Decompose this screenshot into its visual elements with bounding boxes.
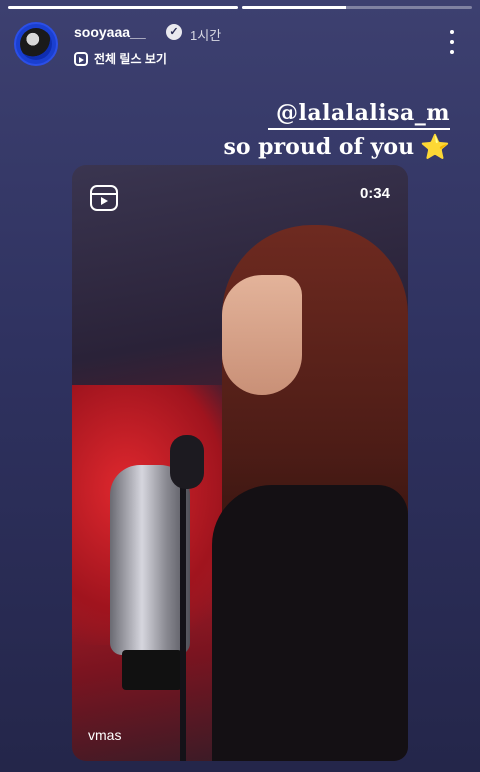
story-header: sooyaaa__ ✓ 1시간 전체 릴스 보기 [14, 20, 466, 68]
trophy-base [122, 650, 182, 690]
caption-text: so proud of you [223, 134, 415, 160]
shared-reel-card[interactable]: 0:34 vmas [72, 165, 408, 761]
person-face [222, 275, 302, 395]
avatar[interactable] [14, 22, 58, 66]
mention-sticker[interactable]: @lalalalisa_m [276, 100, 450, 126]
mention-underline [268, 128, 450, 130]
mic-stand [180, 455, 186, 761]
username[interactable]: sooyaaa__ [74, 24, 146, 40]
more-vertical-icon[interactable] [446, 30, 458, 54]
view-all-reels-link[interactable]: 전체 릴스 보기 [74, 50, 167, 67]
microphone [170, 435, 204, 489]
reels-icon [90, 185, 118, 211]
reel-duration: 0:34 [359, 185, 390, 202]
trophy-image [110, 465, 190, 655]
star-emoji: ⭐ [420, 132, 450, 161]
reels-icon [74, 51, 88, 66]
verified-check-icon: ✓ [166, 24, 182, 40]
progress-segment-1 [8, 6, 238, 9]
progress-segment-2 [242, 6, 472, 9]
post-time: 1시간 [190, 28, 222, 43]
view-all-reels-label: 전체 릴스 보기 [94, 52, 167, 66]
reel-label: vmas [88, 727, 122, 743]
story-caption: so proud of you ⭐ [223, 134, 450, 160]
person-body [212, 485, 408, 761]
story-progress [8, 6, 472, 9]
